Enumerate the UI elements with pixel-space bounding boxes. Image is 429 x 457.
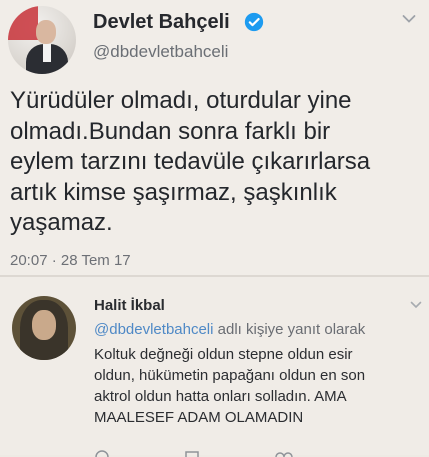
reply-icon [95, 450, 109, 457]
reply-line: aktrol oldun hatta onları solladın. AMA [94, 388, 347, 405]
avatar-face [32, 310, 56, 340]
tweet-timestamp[interactable]: 20:07 · 28 Tem 17 [10, 252, 131, 269]
reply-line: Koltuk değneği oldun stepne oldun esir [94, 346, 353, 363]
chevron-down-icon[interactable] [402, 14, 416, 24]
tweet-line: olmadı.Bundan sonra farklı bir [10, 117, 331, 145]
action-icons-row [95, 450, 293, 457]
reply-context-suffix: adlı kişiye yanıt olarak [213, 321, 366, 338]
avatar[interactable] [12, 296, 76, 360]
flag-shape [8, 6, 38, 40]
tweet-line: artık kimse şaşırmaz, şaşkınlık [10, 178, 337, 206]
main-tweet: Devlet Bahçeli @dbdevletbahceli Yürüdüle… [0, 0, 429, 275]
tweet-line: Yürüdüler olmadı, oturdular yine [10, 87, 352, 114]
author-handle[interactable]: @dbdevletbahceli [93, 42, 228, 62]
reply-text: Koltuk değneği oldun stepne oldun esir o… [94, 344, 424, 428]
author-name[interactable]: Devlet Bahçeli [93, 11, 230, 34]
reply-context: @dbdevletbahceli adlı kişiye yanıt olara… [94, 321, 365, 338]
tweet-line: yaşamaz. [10, 209, 113, 236]
reply-mention-link[interactable]: @dbdevletbahceli [94, 321, 213, 338]
reply-author-name[interactable]: Halit İkbal [94, 297, 165, 314]
avatar-head [36, 20, 56, 44]
avatar-shirt [43, 44, 51, 62]
reply-line: oldun, hükümetin papağanı oldun en son [94, 367, 366, 384]
like-icon [275, 452, 293, 457]
reply-line: MAALESEF ADAM OLAMADIN [94, 409, 304, 426]
verified-badge-icon [244, 12, 264, 32]
chevron-down-icon[interactable] [410, 301, 422, 309]
avatar[interactable] [8, 6, 76, 74]
tweet-text: Yürüdüler olmadı, oturdular yine olmadı.… [10, 86, 422, 239]
reply-tweet: Halit İkbal @dbdevletbahceli adlı kişiye… [0, 277, 429, 457]
tweet-line: eylem tarzını tedavüle çıkarırlarsa [10, 148, 371, 175]
